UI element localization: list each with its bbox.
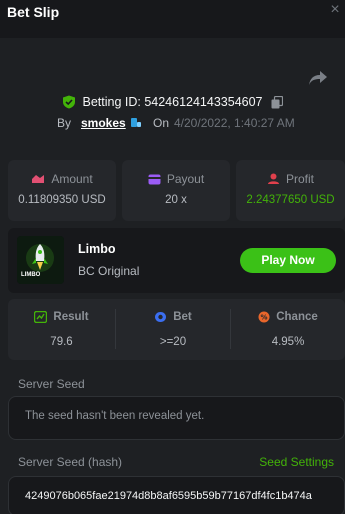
user-badge-icon: [131, 118, 141, 127]
payout-value: 20 x: [165, 194, 187, 206]
bet-icon: [155, 312, 167, 322]
seed-settings-link[interactable]: Seed Settings: [259, 455, 334, 469]
profit-icon: [267, 173, 279, 184]
amount-card: Amount 0.11809350 USD: [8, 160, 116, 221]
server-seed-hash-value: 4249076b065fae21974d8b8af6595b59b77167df…: [25, 490, 312, 502]
username-link[interactable]: smokes: [81, 116, 126, 130]
chance-label: Chance: [276, 311, 318, 323]
amount-label: Amount: [51, 172, 93, 186]
bet-slip-header: Bet Slip ×: [0, 0, 345, 38]
server-seed-hash-field: 4249076b065fae21974d8b8af6595b59b77167df…: [8, 476, 345, 514]
by-label: By: [57, 116, 72, 130]
payout-card: Payout 20 x: [122, 160, 230, 221]
chance-value: 4.95%: [271, 336, 305, 348]
play-now-button[interactable]: Play Now: [240, 248, 336, 273]
share-icon[interactable]: [308, 70, 328, 86]
result-icon: [34, 311, 48, 323]
profit-value: 2.24377650 USD: [246, 194, 335, 206]
server-seed-value: The seed hasn't been revealed yet.: [25, 410, 205, 422]
game-thumb-label: LIMBO: [21, 272, 41, 278]
game-thumbnail[interactable]: LIMBO: [17, 236, 64, 284]
result-label: Result: [53, 311, 89, 323]
profit-label: Profit: [285, 172, 314, 186]
result-value: 79.6: [50, 336, 73, 348]
bet-timestamp: 4/20/2022, 1:40:27 AM: [174, 116, 295, 130]
copy-icon[interactable]: [271, 95, 283, 109]
bet-value: >=20: [159, 336, 187, 348]
svg-text:%: %: [261, 314, 268, 322]
game-subtitle: BC Original: [78, 264, 140, 278]
betting-id: Betting ID: 54246124143354607: [82, 95, 263, 109]
server-seed-label: Server Seed: [18, 377, 85, 391]
result-card: Result 79.6 Bet >=20 % Chance 4.95%: [8, 299, 345, 360]
shield-check-icon: [63, 95, 76, 109]
server-seed-field: The seed hasn't been revealed yet.: [8, 396, 345, 440]
amount-value: 0.11809350 USD: [18, 194, 106, 206]
bet-column: Bet >=20: [116, 299, 230, 360]
result-column: Result 79.6: [8, 299, 115, 360]
game-card: LIMBO Limbo BC Original Play Now: [8, 228, 345, 293]
payout-label: Payout: [166, 172, 205, 186]
close-icon[interactable]: ×: [327, 2, 343, 18]
chance-column: % Chance 4.95%: [231, 299, 345, 360]
amount-icon: [32, 175, 45, 183]
profit-card: Profit 2.24377650 USD: [236, 160, 345, 221]
author-row: By smokes On 4/20/2022, 1:40:27 AM: [0, 114, 345, 132]
betting-id-row: Betting ID: 54246124143354607: [0, 93, 345, 111]
payout-icon: [148, 174, 161, 184]
chance-icon: %: [258, 311, 270, 323]
page-title: Bet Slip: [7, 4, 60, 20]
server-seed-hash-label: Server Seed (hash): [18, 455, 123, 469]
bet-label: Bet: [173, 311, 192, 323]
game-name: Limbo: [78, 242, 116, 256]
on-label: On: [153, 116, 170, 130]
